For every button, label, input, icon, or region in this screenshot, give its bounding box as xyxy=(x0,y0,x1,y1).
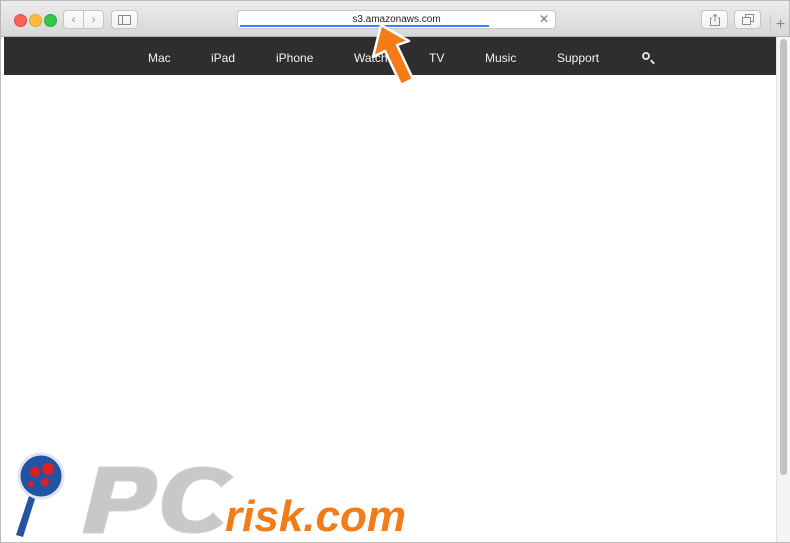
back-button[interactable]: ‹ xyxy=(63,10,84,29)
tabs-button[interactable] xyxy=(734,10,761,29)
forward-button[interactable]: › xyxy=(83,10,104,29)
close-icon[interactable]: ✕ xyxy=(539,11,549,28)
nav-item-music[interactable]: Music xyxy=(485,37,516,75)
nav-item-ipad[interactable]: iPad xyxy=(211,37,235,75)
vertical-scrollbar[interactable] xyxy=(776,37,790,542)
share-button[interactable] xyxy=(701,10,728,29)
minimize-window-button[interactable] xyxy=(29,14,42,27)
watermark-text: risk.com xyxy=(225,492,406,541)
sidebar-icon xyxy=(118,15,131,25)
zoom-window-button[interactable] xyxy=(44,14,57,27)
chevron-left-icon: ‹ xyxy=(71,12,76,26)
browser-window: ‹ › s3.amazonaws.com ✕ + Mac iPad iPhone… xyxy=(0,0,790,543)
pcrisk-watermark-logo: risk.com xyxy=(16,452,406,541)
chevron-right-icon: › xyxy=(91,12,96,26)
page-load-progress xyxy=(240,25,489,27)
sidebar-button[interactable] xyxy=(111,10,138,29)
share-icon xyxy=(709,13,720,26)
nav-item-support[interactable]: Support xyxy=(557,37,599,75)
nav-item-tv[interactable]: TV xyxy=(429,37,444,75)
plus-icon[interactable]: + xyxy=(770,15,790,35)
close-window-button[interactable] xyxy=(14,14,27,27)
nav-item-mac[interactable]: Mac xyxy=(148,37,171,75)
search-icon[interactable] xyxy=(642,52,650,60)
tabs-icon xyxy=(741,14,754,25)
nav-item-iphone[interactable]: iPhone xyxy=(276,37,313,75)
orange-arrow-annotation xyxy=(371,23,415,87)
scrollbar-thumb[interactable] xyxy=(780,39,787,475)
